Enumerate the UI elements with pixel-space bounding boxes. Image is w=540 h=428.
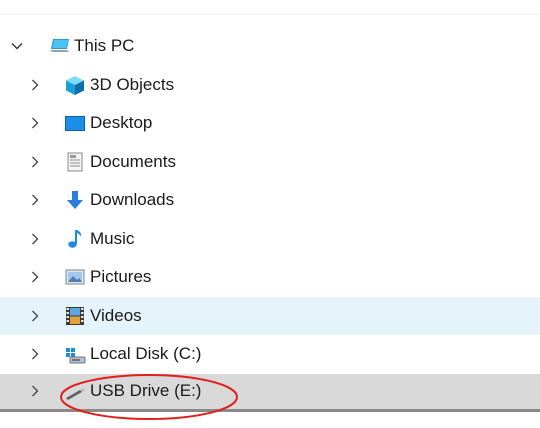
local-disk-icon bbox=[64, 343, 86, 365]
documents-icon bbox=[64, 151, 86, 173]
3d-objects-icon bbox=[64, 74, 86, 96]
chevron-right-icon[interactable] bbox=[28, 116, 42, 130]
tree-item-label: 3D Objects bbox=[90, 74, 175, 94]
this-pc-icon bbox=[50, 35, 72, 57]
address-bar-divider bbox=[0, 14, 540, 15]
chevron-right-icon[interactable] bbox=[28, 193, 42, 207]
chevron-right-icon[interactable] bbox=[28, 78, 42, 92]
tree-item-local-disk-c[interactable]: Local Disk (C:) bbox=[0, 335, 540, 374]
tree-item-label: This PC bbox=[74, 36, 135, 56]
tree-item-label: USB Drive (E:) bbox=[90, 381, 202, 401]
desktop-icon bbox=[64, 112, 86, 134]
tree-item-documents[interactable]: Documents bbox=[0, 143, 540, 182]
tree-item-label: Videos bbox=[90, 305, 142, 325]
chevron-right-icon[interactable] bbox=[28, 347, 42, 361]
chevron-right-icon[interactable] bbox=[28, 270, 42, 284]
tree-item-usb-drive-e[interactable]: USB Drive (E:) bbox=[0, 373, 540, 412]
tree-item-label: Downloads bbox=[90, 190, 175, 210]
music-icon bbox=[64, 228, 86, 250]
tree-item-label: Documents bbox=[90, 151, 176, 171]
chevron-right-icon[interactable] bbox=[28, 309, 42, 323]
tree-item-desktop[interactable]: Desktop bbox=[0, 104, 540, 143]
chevron-right-icon[interactable] bbox=[28, 384, 42, 398]
tree-item-downloads[interactable]: Downloads bbox=[0, 181, 540, 220]
chevron-right-icon[interactable] bbox=[28, 232, 42, 246]
pictures-icon bbox=[64, 266, 86, 288]
tree-item-label: Pictures bbox=[90, 267, 152, 287]
tree-item-label: Desktop bbox=[90, 113, 153, 133]
tree-item-label: Local Disk (C:) bbox=[90, 344, 202, 364]
tree-item-pictures[interactable]: Pictures bbox=[0, 258, 540, 297]
videos-icon bbox=[64, 305, 86, 327]
usb-drive-icon bbox=[64, 380, 86, 402]
tree-item-3d-objects[interactable]: 3D Objects bbox=[0, 66, 540, 105]
tree-item-label: Music bbox=[90, 228, 135, 248]
chevron-right-icon[interactable] bbox=[28, 155, 42, 169]
chevron-down-icon[interactable] bbox=[10, 39, 24, 53]
tree-item-videos[interactable]: Videos bbox=[0, 296, 540, 335]
tree-item-music[interactable]: Music bbox=[0, 220, 540, 259]
tree-item-this-pc[interactable]: This PC bbox=[0, 27, 540, 66]
downloads-icon bbox=[64, 189, 86, 211]
navigation-tree: This PC 3D Objects Desktop Documents Dow… bbox=[0, 27, 540, 412]
